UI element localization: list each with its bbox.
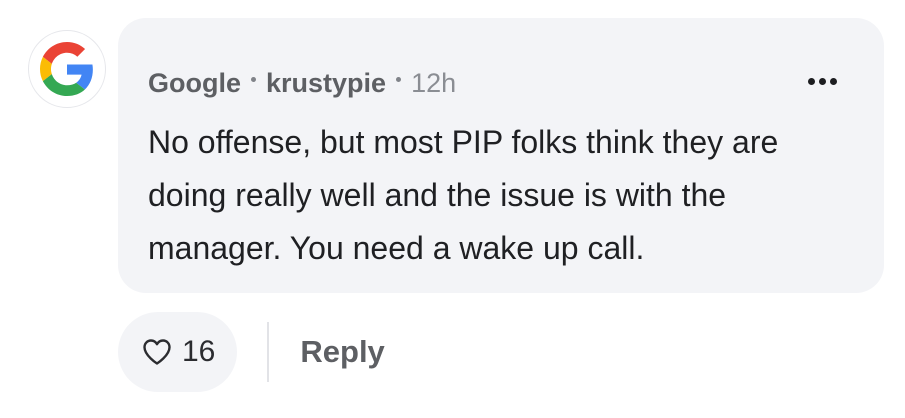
ellipsis-dot (829, 77, 837, 85)
heart-outline-icon (143, 339, 171, 365)
like-button[interactable]: 16 (118, 312, 238, 392)
avatar[interactable] (28, 30, 106, 108)
comment-card: Google krustypie 12h No offense, but mos… (0, 0, 905, 418)
ellipsis-icon (807, 77, 815, 85)
comment-bubble: Google krustypie 12h No offense, but mos… (118, 18, 884, 293)
reply-button[interactable]: Reply (300, 334, 384, 370)
comment-text: No offense, but most PIP folks think the… (148, 124, 779, 266)
separator-dot (251, 76, 256, 82)
comment-meta: Google krustypie 12h (148, 66, 456, 100)
google-logo-icon (40, 42, 93, 96)
more-options-button[interactable] (800, 66, 844, 96)
timestamp: 12h (411, 67, 457, 98)
ellipsis-dot (818, 77, 826, 85)
separator-dot (396, 76, 402, 82)
username[interactable]: krustypie (266, 68, 386, 99)
company-name[interactable]: Google (148, 68, 241, 99)
action-divider (267, 322, 270, 382)
like-count: 16 (182, 335, 216, 368)
comment-actions: 16 Reply (118, 312, 385, 392)
